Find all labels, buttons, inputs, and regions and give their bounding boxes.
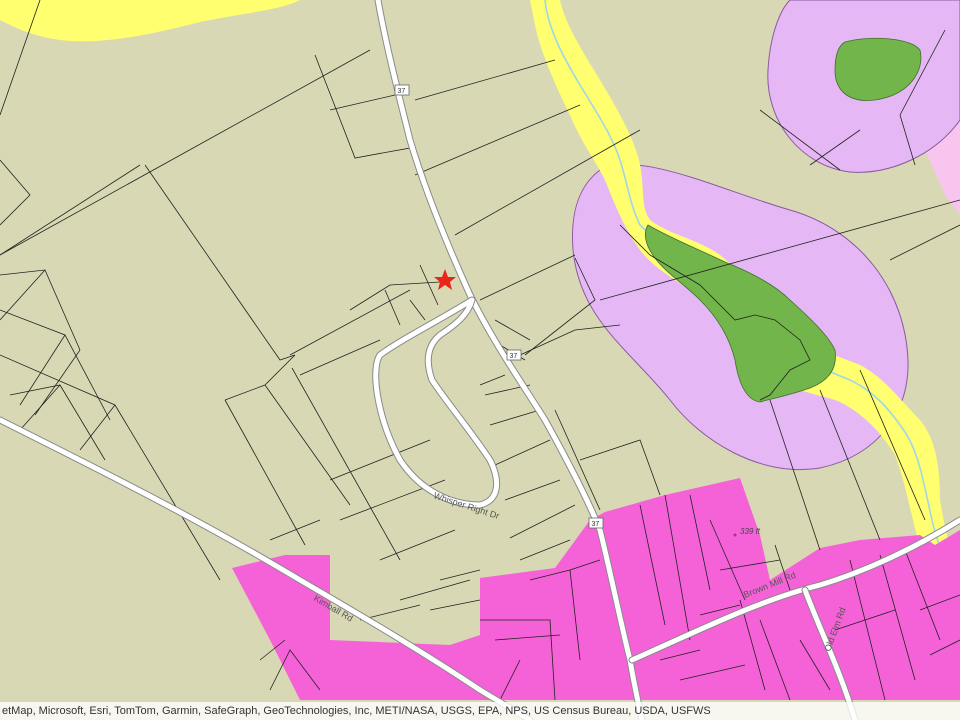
route-shield-label: 37 [592, 521, 600, 528]
map-attribution: etMap, Microsoft, Esri, TomTom, Garmin, … [0, 702, 960, 720]
route-shield-37-bottom: 37 [588, 517, 604, 529]
map-canvas[interactable]: Kimball Rd Brown Mill Rd Old Elm Rd Whis… [0, 0, 960, 720]
route-shield-37-middle: 37 [506, 349, 522, 361]
route-shield-label: 37 [398, 88, 406, 95]
map-svg[interactable]: Kimball Rd Brown Mill Rd Old Elm Rd Whis… [0, 0, 960, 720]
elevation-label: 339 ft [740, 527, 761, 536]
route-shield-37-top: 37 [394, 84, 410, 96]
elevation-point [733, 533, 737, 537]
route-shield-label: 37 [510, 353, 518, 360]
